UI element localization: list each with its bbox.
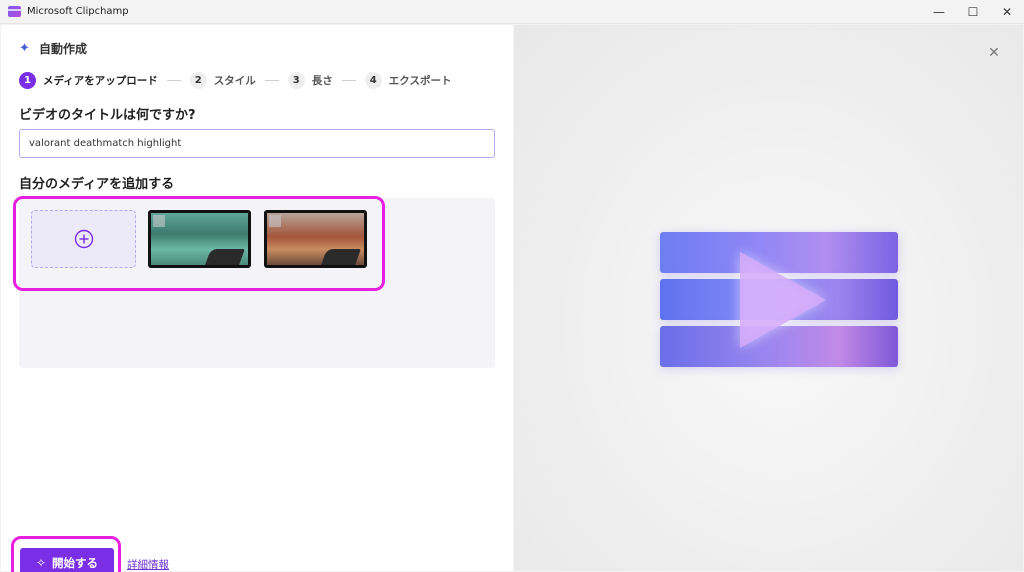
video-title-input[interactable] [19, 129, 495, 158]
window-controls: — ☐ ✕ [922, 0, 1024, 24]
video-hero-illustration [660, 232, 898, 368]
step-export[interactable]: 4 エクスポート [364, 71, 452, 89]
step-label: 長さ [311, 74, 333, 87]
panel-header: ✦ 自動作成 [19, 40, 87, 57]
preview-panel: ✕ [514, 25, 1023, 571]
window-title: Microsoft Clipchamp [27, 6, 129, 17]
step-divider [341, 79, 356, 81]
media-highlight-annotation [13, 196, 385, 291]
maximize-button[interactable]: ☐ [956, 0, 990, 24]
step-style[interactable]: 2 スタイル [189, 71, 256, 89]
stepper: 1 メディアをアップロード 2 スタイル 3 長さ 4 エクスポート [19, 71, 451, 89]
auto-create-panel: ✦ 自動作成 1 メディアをアップロード 2 スタイル 3 長さ 4 エクスポー… [1, 25, 513, 572]
step-divider [166, 79, 181, 81]
minimize-button[interactable]: — [922, 0, 956, 24]
step-divider [264, 79, 279, 81]
step-number: 2 [189, 71, 207, 89]
step-label: エクスポート [388, 74, 452, 87]
add-media-heading: 自分のメディアを追加する [19, 177, 175, 192]
start-highlight-annotation [11, 536, 121, 572]
close-icon[interactable]: ✕ [987, 46, 1001, 60]
clipchamp-logo-icon [8, 6, 21, 17]
sparkle-icon: ✦ [19, 40, 30, 56]
step-number: 1 [19, 71, 36, 89]
step-length[interactable]: 3 長さ [287, 71, 333, 89]
step-number: 3 [287, 71, 305, 89]
close-window-button[interactable]: ✕ [990, 0, 1024, 24]
details-link[interactable]: 詳細情報 [127, 557, 169, 572]
title-bar: Microsoft Clipchamp — ☐ ✕ [0, 0, 1024, 24]
step-upload-media[interactable]: 1 メディアをアップロード [19, 71, 158, 89]
video-title-question: ビデオのタイトルは何ですか? [19, 108, 196, 123]
step-label: メディアをアップロード [43, 74, 158, 87]
play-icon [740, 252, 826, 348]
step-label: スタイル [213, 74, 256, 87]
page-title: 自動作成 [39, 42, 88, 56]
step-number: 4 [364, 71, 382, 89]
